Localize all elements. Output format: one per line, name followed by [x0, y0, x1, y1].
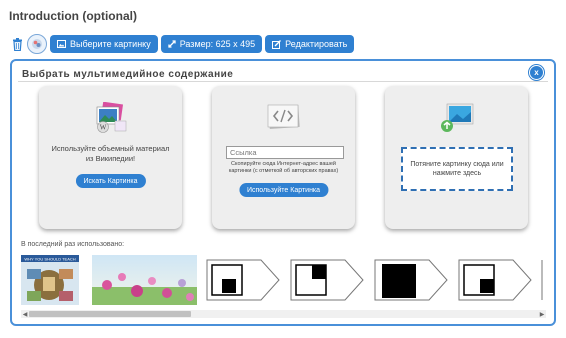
recent-image-shape-2[interactable] — [290, 255, 365, 305]
wikipedia-images-icon: W — [93, 101, 129, 139]
recent-image-shape-4[interactable] — [458, 255, 533, 305]
divider — [18, 81, 548, 82]
horizontal-scrollbar[interactable]: ◀ ▶ — [21, 310, 546, 318]
recent-image-flowers[interactable] — [92, 255, 197, 305]
image-icon — [57, 40, 66, 48]
scroll-right-arrow-icon[interactable]: ▶ — [538, 310, 546, 318]
dropzone-text: Потяните картинку сюда или нажмите здесь — [410, 161, 504, 177]
upload-dropzone[interactable]: Потяните картинку сюда или нажмите здесь — [401, 147, 513, 191]
trash-icon[interactable] — [10, 36, 24, 52]
recent-image-partial[interactable] — [541, 255, 546, 305]
wikipedia-card: W Используйте объемный материал из Викип… — [39, 86, 182, 229]
size-label: Размер: 625 x 495 — [179, 39, 256, 49]
close-button[interactable]: x — [529, 65, 544, 80]
search-image-button[interactable]: Искать Картинка — [75, 174, 146, 188]
recent-image-collage[interactable]: WHY YOU SHOULD TEACH — [21, 255, 79, 305]
recent-image-shape-3[interactable] — [374, 255, 449, 305]
media-dialog: Выбрать мультимедийное содержание x W Ис… — [10, 59, 556, 326]
upload-image-icon — [437, 102, 477, 141]
edit-label: Редактировать — [285, 39, 348, 49]
image-toolbar: Выберите картинку Размер: 625 x 495 Реда… — [10, 34, 357, 54]
upload-card: Потяните картинку сюда или нажмите здесь — [385, 86, 528, 229]
section-title: Introduction (optional) — [9, 9, 137, 23]
link-card: Скопируйте сюда Интернет-адрес вашей кар… — [212, 86, 355, 229]
wikipedia-description: Используйте объемный материал из Википед… — [51, 144, 170, 163]
image-thumbnail-button[interactable] — [27, 34, 47, 54]
recent-image-shape-1[interactable] — [206, 255, 281, 305]
svg-text:W: W — [99, 124, 106, 132]
edit-button[interactable]: Редактировать — [265, 35, 355, 53]
choose-image-button[interactable]: Выберите картинку — [50, 35, 158, 53]
use-image-button[interactable]: Используйте Картинка — [238, 183, 329, 197]
resize-icon — [168, 40, 176, 48]
choose-image-label: Выберите картинку — [70, 39, 151, 49]
recent-images-strip: WHY YOU SHOULD TEACH — [21, 251, 546, 311]
scroll-left-arrow-icon[interactable]: ◀ — [21, 310, 29, 318]
recent-label: В последний раз использовано: — [21, 241, 125, 248]
dialog-title: Выбрать мультимедийное содержание — [22, 69, 234, 80]
url-hint: Скопируйте сюда Интернет-адрес вашей кар… — [228, 161, 339, 174]
svg-text:WHY YOU SHOULD TEACH: WHY YOU SHOULD TEACH — [24, 257, 75, 262]
url-input[interactable] — [226, 146, 344, 159]
size-button[interactable]: Размер: 625 x 495 — [160, 35, 263, 53]
edit-icon — [272, 39, 282, 49]
code-icon — [265, 102, 303, 137]
scroll-thumb[interactable] — [29, 311, 191, 317]
